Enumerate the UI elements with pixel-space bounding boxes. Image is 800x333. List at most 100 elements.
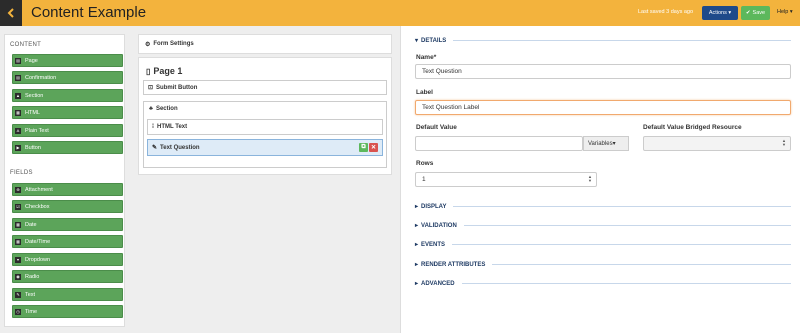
palette-item-label: Attachment <box>25 186 53 193</box>
section-component[interactable]: ♣ Section ⁞ HTML Text ✎ Text Question ⧉ … <box>143 101 387 168</box>
actions-button[interactable]: Actions ▾ <box>702 6 738 20</box>
palette-attachment-button[interactable]: ⊕ Attachment <box>12 183 123 196</box>
date-icon: ▦ <box>15 221 21 228</box>
back-button[interactable] <box>0 0 22 26</box>
palette-time-button[interactable]: ◷ Time <box>12 305 123 318</box>
caret-right-icon: ▸ <box>415 262 419 268</box>
page-title: Content Example <box>31 4 147 21</box>
confirmation-icon: ▤ <box>15 74 21 81</box>
palette-item-label: Confirmation <box>25 74 57 81</box>
edit-icon: ✎ <box>152 145 158 151</box>
save-button-label: Save <box>752 10 766 16</box>
validation-heading: VALIDATION <box>421 222 457 229</box>
palette-checkbox-button[interactable]: ☑ Checkbox <box>12 200 123 213</box>
palette-item-label: Date/Time <box>25 238 51 245</box>
section-icon: ♣ <box>149 106 153 112</box>
rows-value: 1 <box>422 176 426 183</box>
palette-confirmation-button[interactable]: ▤ Confirmation <box>12 71 123 84</box>
checkbox-icon: ☑ <box>15 203 21 210</box>
submit-button-component[interactable]: ⊡ Submit Button <box>143 80 387 95</box>
caret-right-icon: ▸ <box>415 223 419 229</box>
stepper-arrows-icon[interactable]: ▲ ▼ <box>588 175 592 183</box>
palette-item-label: Page <box>25 57 38 64</box>
details-heading: DETAILS <box>421 37 447 44</box>
delete-button[interactable]: ✕ <box>369 143 378 152</box>
divider <box>461 283 791 284</box>
palette-text-button[interactable]: ✎ Text <box>12 288 123 301</box>
palette-datetime-button[interactable]: ▦ Date/Time <box>12 235 123 248</box>
fields-heading: FIELDS <box>10 170 33 176</box>
divider <box>492 264 791 265</box>
palette-button-button[interactable]: ▶ Button <box>12 141 123 154</box>
time-icon: ◷ <box>15 308 21 315</box>
name-input[interactable]: Text Question <box>415 64 791 79</box>
events-heading: EVENTS <box>421 241 446 248</box>
display-heading: DISPLAY <box>421 203 447 210</box>
palette-item-label: Section <box>25 92 44 99</box>
palette-dropdown-button[interactable]: ▾ Dropdown <box>12 253 123 266</box>
palette-item-label: HTML <box>25 109 40 116</box>
details-section-header[interactable]: ▾ DETAILS <box>415 37 791 44</box>
attachment-icon: ⊕ <box>15 186 21 193</box>
bridged-resource-select[interactable]: ▲ ▼ <box>643 136 791 151</box>
text-icon: ✎ <box>15 291 21 298</box>
divider <box>452 244 791 245</box>
render-attributes-section-header[interactable]: ▸ RENDER ATTRIBUTES <box>415 261 791 268</box>
palette-item-label: Radio <box>25 273 40 280</box>
check-icon: ✔ <box>745 10 751 16</box>
advanced-section-header[interactable]: ▸ ADVANCED <box>415 280 791 287</box>
last-saved-status: Last saved 3 days ago <box>638 9 694 15</box>
properties-panel: ▾ DETAILS Name* Text Question Label Text… <box>400 26 800 333</box>
app-header: Content Example Last saved 3 days ago Ac… <box>0 0 800 26</box>
form-settings-bar[interactable]: ⚙ Form Settings <box>138 34 392 54</box>
page-icon: ▤ <box>15 57 21 64</box>
text-question-label: Text Question <box>160 144 200 151</box>
datetime-icon: ▦ <box>15 238 21 245</box>
palette-radio-button[interactable]: ◉ Radio <box>12 270 123 283</box>
content-heading: CONTENT <box>10 42 42 48</box>
html-text-component[interactable]: ⁞ HTML Text <box>147 119 383 135</box>
radio-icon: ◉ <box>15 273 21 280</box>
palette-section-button[interactable]: ▲ Section <box>12 89 123 102</box>
caret-right-icon: ▸ <box>415 204 419 210</box>
palette-date-button[interactable]: ▦ Date <box>12 218 123 231</box>
form-settings-label: Form Settings <box>153 41 194 47</box>
select-arrows-icon: ▲ ▼ <box>782 138 786 147</box>
label-label: Label <box>416 89 433 96</box>
save-button[interactable]: ✔ Save <box>741 6 770 20</box>
events-section-header[interactable]: ▸ EVENTS <box>415 241 791 248</box>
gear-icon: ⚙ <box>145 41 151 48</box>
dropdown-icon: ▾ <box>15 256 21 263</box>
html-icon: ⁞ <box>152 124 154 130</box>
button-icon: ▶ <box>15 144 21 151</box>
palette-item-label: Time <box>25 308 38 315</box>
palette-page-button[interactable]: ▤ Page <box>12 54 123 67</box>
rows-input[interactable]: 1 ▲ ▼ <box>415 172 597 187</box>
caret-right-icon: ▸ <box>415 242 419 248</box>
text-question-component[interactable]: ✎ Text Question ⧉ ✕ <box>147 139 383 156</box>
display-section-header[interactable]: ▸ DISPLAY <box>415 203 791 210</box>
html-text-label: HTML Text <box>157 124 188 130</box>
submit-icon: ⊡ <box>148 85 154 91</box>
html-icon: ▦ <box>15 109 21 116</box>
validation-section-header[interactable]: ▸ VALIDATION <box>415 222 791 229</box>
section-heading-label: Section <box>155 106 178 112</box>
palette-html-button[interactable]: ▦ HTML <box>12 106 123 119</box>
palette-item-label: Button <box>25 144 41 151</box>
name-label: Name* <box>416 54 437 61</box>
caret-right-icon: ▸ <box>415 281 419 287</box>
copy-button[interactable]: ⧉ <box>359 143 368 152</box>
variables-dropdown[interactable]: Variables▾ <box>583 136 629 151</box>
divider <box>453 206 791 207</box>
default-value-input[interactable] <box>415 136 583 151</box>
palette-plain-text-button[interactable]: A Plain Text <box>12 124 123 137</box>
divider <box>453 40 791 41</box>
section-icon: ▲ <box>15 92 21 99</box>
page-heading[interactable]: ▯ Page 1 <box>146 66 182 76</box>
bridged-resource-label: Default Value Bridged Resource <box>643 124 742 131</box>
label-input[interactable]: Text Question Label <box>415 100 791 115</box>
help-menu[interactable]: Help ▾ <box>777 9 793 15</box>
palette-item-label: Date <box>25 221 37 228</box>
plain-text-icon: A <box>15 127 21 134</box>
rows-label: Rows <box>416 160 434 167</box>
